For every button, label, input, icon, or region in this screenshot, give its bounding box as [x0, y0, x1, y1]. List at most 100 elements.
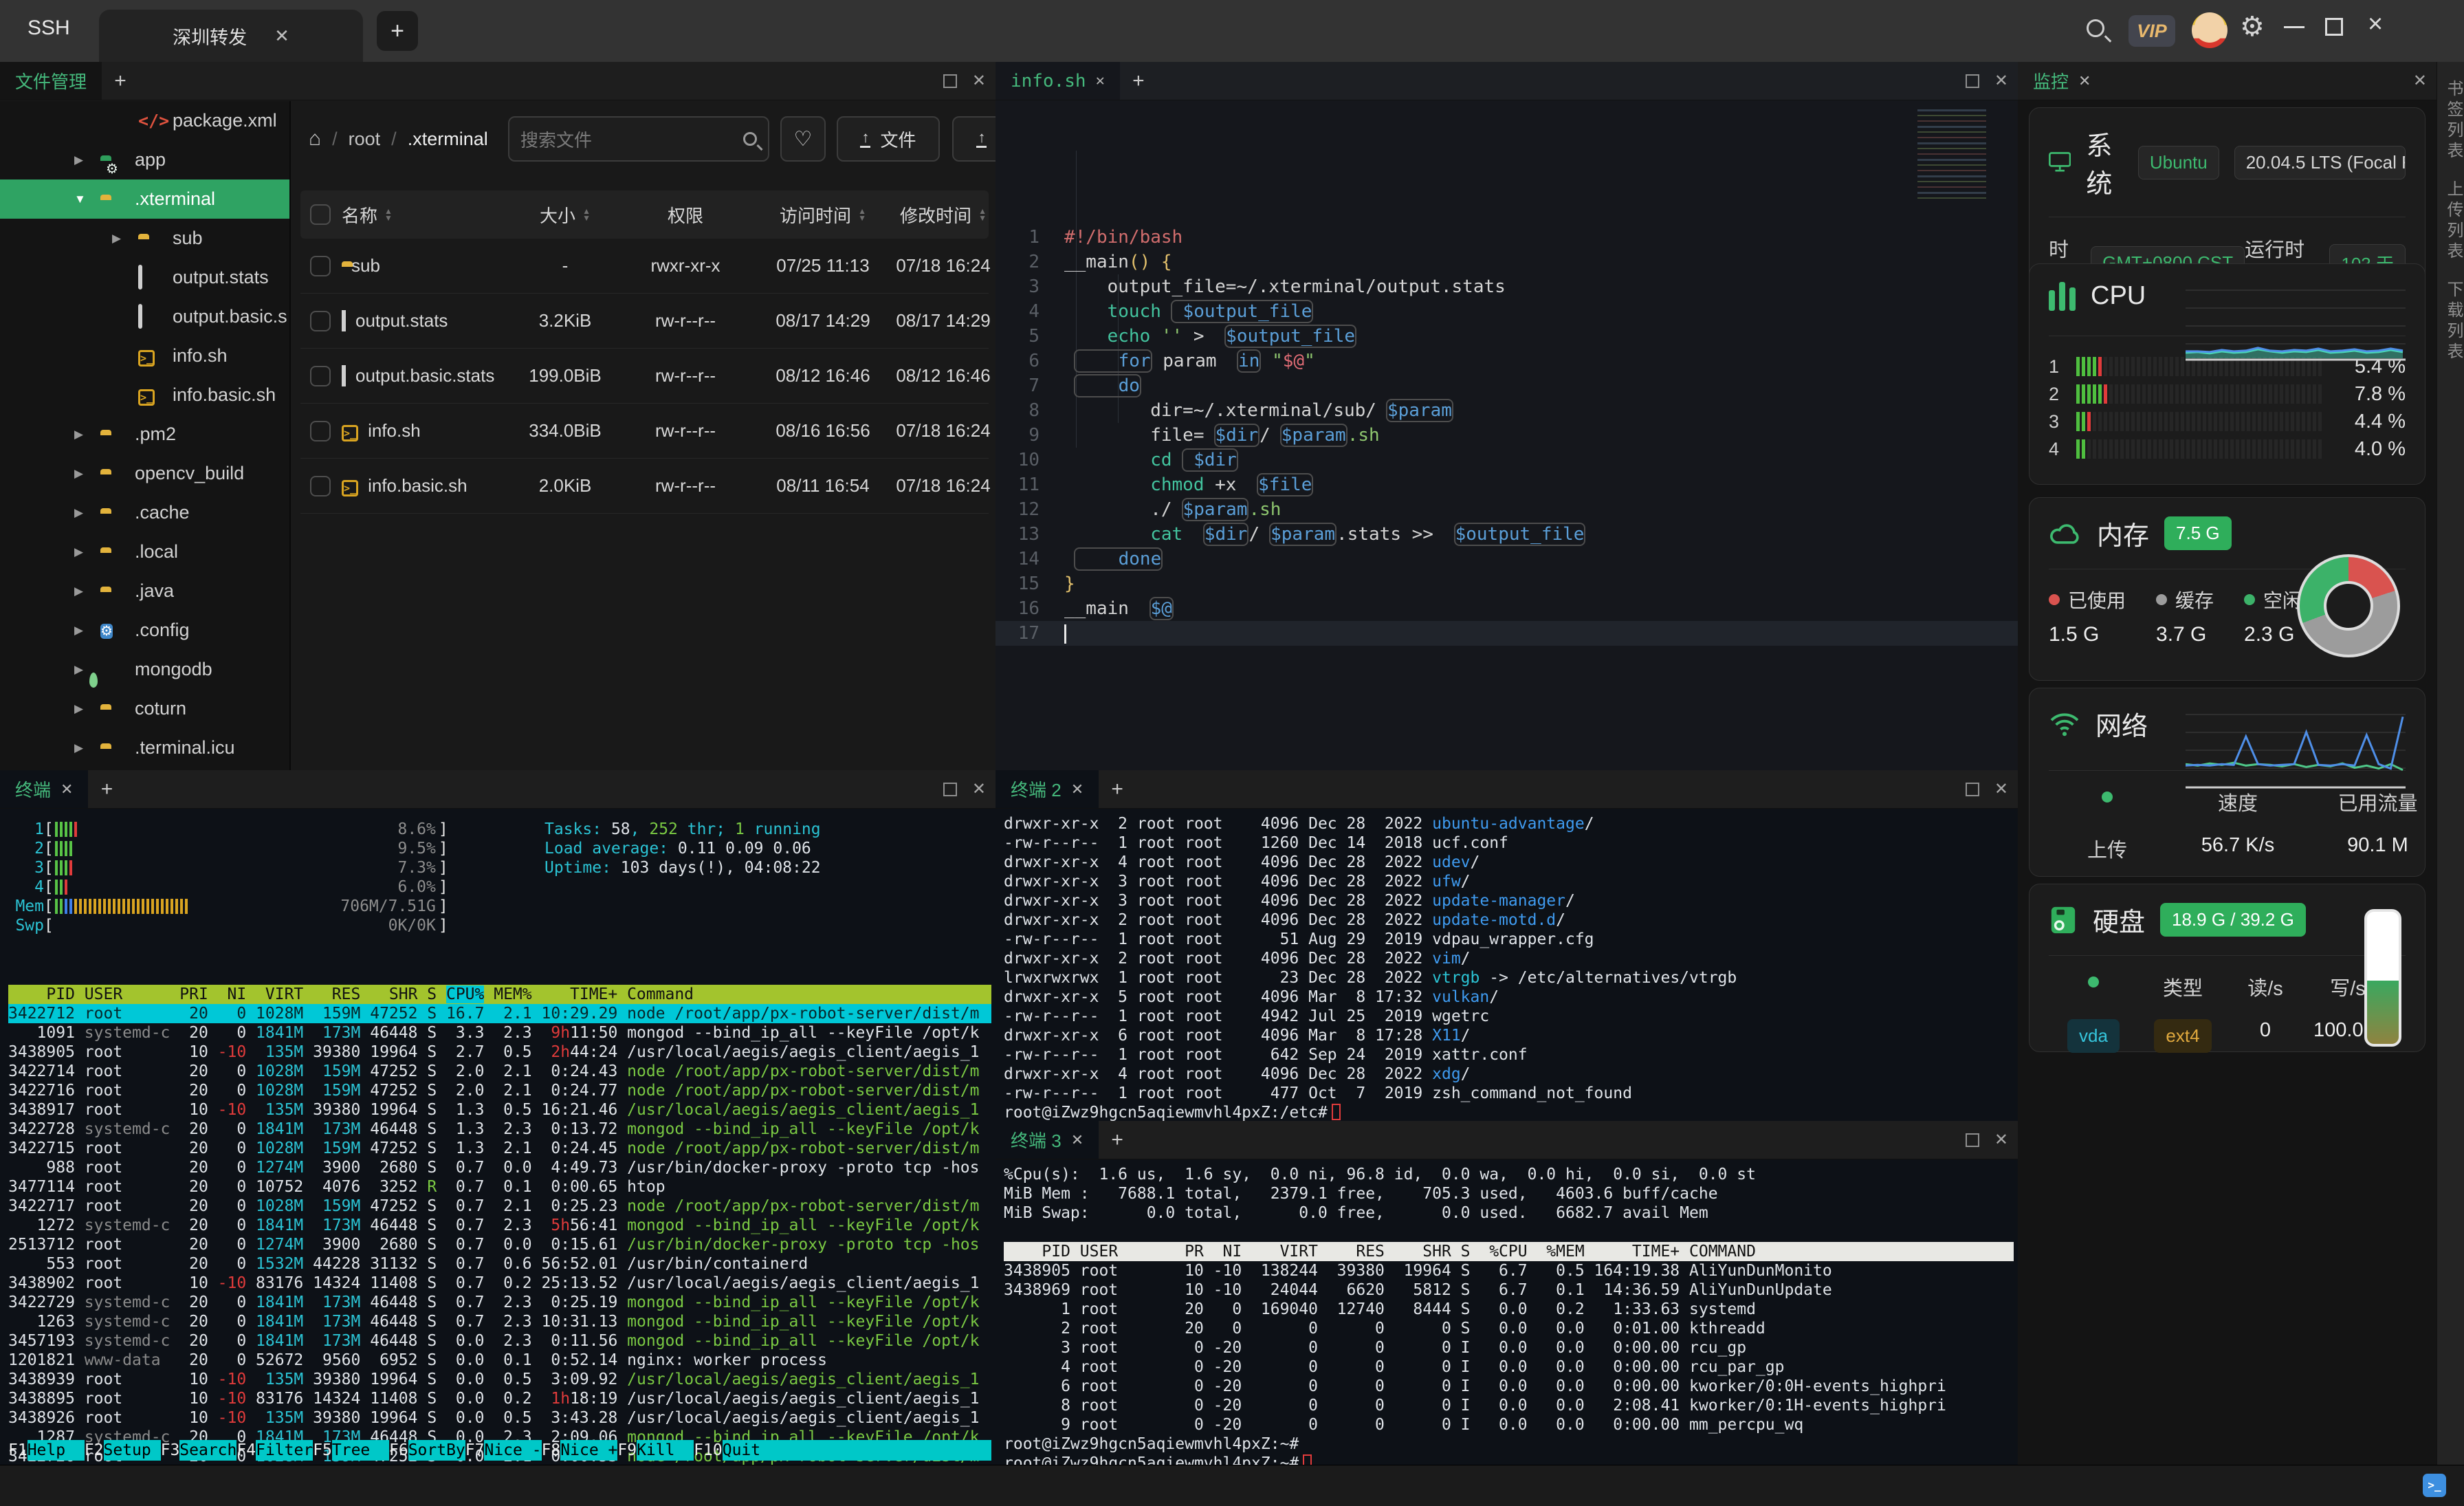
code-line-8[interactable]: 8 dir=~/.xterminal/sub/$param [996, 398, 2018, 423]
code-line-11[interactable]: 11 chmod +x $file [996, 472, 2018, 497]
file-row-output.stats[interactable]: output.stats 3.2KiB rw-r--r-- 08/17 14:29 08… [300, 294, 991, 349]
code-line-4[interactable]: 4 touch $output_file [996, 299, 2018, 324]
search-icon[interactable] [2087, 19, 2104, 37]
minimize-button[interactable] [2284, 17, 2304, 37]
avatar[interactable] [2192, 12, 2228, 48]
tree-item-coturn[interactable]: ▶ coturn [0, 689, 289, 728]
expand-icon[interactable] [943, 74, 957, 88]
breadcrumb[interactable]: ⌂ / root / .xterminal [309, 127, 488, 151]
terminal-add-tab-button[interactable]: + [88, 770, 125, 808]
close-pane-icon[interactable]: ✕ [2413, 72, 2427, 89]
tree-arrow-icon[interactable]: ▶ [74, 663, 88, 677]
tree-item-info.basic.sh[interactable]: >_ info.basic.sh [0, 375, 289, 415]
htop-function-key-bar[interactable]: F1 Help F2 Setup F3 Search F4 Filter F5 Tree F6… [8, 1440, 991, 1461]
tree-item-.terminal.icu[interactable]: ▶ .terminal.icu [0, 728, 289, 767]
code-line-7[interactable]: 7 do [996, 373, 2018, 398]
row-checkbox[interactable] [310, 475, 331, 496]
column-header-1[interactable]: 名称 ▲ ▼ [342, 202, 514, 228]
tree-item-info.sh[interactable]: >_ info.sh [0, 336, 289, 375]
file-row-info.sh[interactable]: >_ info.sh 334.0BiB rw-r--r-- 08/16 16:56 07/… [300, 404, 991, 459]
close-button[interactable]: × [2368, 10, 2383, 39]
tree-arrow-icon[interactable]: ▶ [74, 153, 88, 167]
code-line-15[interactable]: 15} [996, 571, 2018, 596]
upload-file-button[interactable]: ↑ 文件 [837, 116, 940, 162]
tree-arrow-icon[interactable]: ▶ [112, 232, 126, 245]
tree-arrow-icon[interactable]: ▶ [74, 741, 88, 755]
htop-selected-row[interactable]: 3422712 root 20 0 1028M 159M 47252 S 16.… [8, 1004, 991, 1023]
tree-item-.java[interactable]: ▶ .java [0, 571, 289, 611]
upload-folder-button[interactable]: ↑ 文件夹 [952, 116, 996, 162]
tree-item-.local[interactable]: ▶ .local [0, 532, 289, 571]
tree-item-mongodb[interactable]: ▶ mongodb [0, 650, 289, 689]
code-line-3[interactable]: 3 output_file=~/.xterminal/output.stats [996, 274, 2018, 299]
column-header-4[interactable]: 访问时间 ▲ ▼ [754, 202, 892, 228]
file-row-sub[interactable]: sub - rwxr-xr-x 07/25 11:13 07/18 16:24 [300, 239, 991, 294]
tab-file-manager[interactable]: 文件管理 [0, 62, 102, 100]
close-pane-icon[interactable]: ✕ [1994, 72, 2008, 89]
code-line-10[interactable]: 10 cd $dir [996, 448, 2018, 472]
terminal-add-tab-button[interactable]: + [1099, 1121, 1136, 1159]
editor-add-tab-button[interactable]: + [1120, 62, 1157, 100]
search-input[interactable]: 搜索文件 [508, 116, 769, 162]
tree-arrow-icon[interactable]: ▶ [74, 702, 88, 716]
new-session-tab-button[interactable]: + [377, 11, 418, 51]
close-tab-icon[interactable]: ✕ [2078, 72, 2091, 90]
tab-monitor[interactable]: 监控 ✕ [2018, 62, 2106, 100]
row-checkbox[interactable] [310, 420, 331, 441]
terminal-1-screen[interactable]: 1[8.6%] 2[9.5%] 3[7.3%] 4[6.0%] Mem[706M/7.5… [8, 814, 991, 1465]
close-tab-icon[interactable]: ✕ [1071, 1131, 1084, 1149]
tab-terminal-2[interactable]: 终端 2 ✕ [996, 770, 1099, 808]
column-header-5[interactable]: 修改时间 ▲ ▼ [892, 202, 995, 228]
tab-terminal-3[interactable]: 终端 3 ✕ [996, 1121, 1099, 1159]
tab-editor-file[interactable]: info.sh ✕ [996, 62, 1120, 100]
code-line-6[interactable]: 6 for param in "$@" [996, 349, 2018, 373]
tree-arrow-icon[interactable]: ▶ [74, 506, 88, 520]
tree-item-sub[interactable]: ▶ sub [0, 219, 289, 258]
tree-item-.pm2[interactable]: ▶ .pm2 [0, 415, 289, 454]
tree-item-output.stats[interactable]: output.stats [0, 258, 289, 297]
code-line-5[interactable]: 5 echo '' > $output_file [996, 324, 2018, 349]
code-line-9[interactable]: 9 file= $dir/$param.sh [996, 423, 2018, 448]
tree-item-output.basic.s[interactable]: output.basic.s [0, 297, 289, 336]
file-row-output.basic.stats[interactable]: output.basic.stats 199.0BiB rw-r--r-- 08/12… [300, 349, 991, 404]
code-editor[interactable]: 1 #!/bin/bash 2 __main() {3 output_file=~/.… [996, 101, 2018, 770]
close-file-icon[interactable]: ✕ [1096, 72, 1105, 89]
code-line-13[interactable]: 13 cat $dir/$param.stats >> $output_file [996, 522, 2018, 547]
tree-arrow-icon[interactable]: ▶ [74, 624, 88, 637]
maximize-button[interactable] [2325, 18, 2343, 36]
session-tab-close-icon[interactable]: ✕ [274, 25, 289, 47]
file-manager-add-tab-button[interactable]: + [102, 62, 139, 100]
session-tab[interactable]: 深圳转发 ✕ [99, 10, 363, 62]
close-pane-icon[interactable]: ✕ [1994, 1131, 2008, 1148]
terminal-3-screen[interactable]: %Cpu(s): 1.6 us, 1.6 sy, 0.0 ni, 96.8 id… [1004, 1165, 2014, 1465]
code-line-17[interactable]: 17 [996, 621, 2018, 646]
strip-tab-书签列表[interactable]: 书签列表 [2441, 80, 2464, 162]
tree-arrow-icon[interactable]: ▶ [74, 428, 88, 441]
gear-icon[interactable]: ⚙ [2240, 11, 2265, 43]
row-checkbox[interactable] [310, 255, 331, 276]
row-checkbox[interactable] [310, 310, 331, 331]
close-tab-icon[interactable]: ✕ [1071, 781, 1084, 798]
close-pane-icon[interactable]: ✕ [972, 72, 986, 89]
column-header-2[interactable]: 大小 ▲ ▼ [514, 202, 617, 228]
row-checkbox[interactable] [310, 365, 331, 386]
terminal-2-screen[interactable]: drwxr-xr-x 2 root root 4096 Dec 28 2022 … [1004, 814, 2014, 1121]
file-row-info.basic.sh[interactable]: >_ info.basic.sh 2.0KiB rw-r--r-- 08/11 16:5… [300, 459, 991, 514]
home-icon[interactable]: ⌂ [309, 127, 321, 151]
tree-arrow-icon[interactable]: ▶ [74, 545, 88, 559]
close-pane-icon[interactable]: ✕ [972, 781, 986, 798]
column-header-3[interactable]: 权限 [617, 202, 754, 228]
code-line-14[interactable]: 14 done [996, 547, 2018, 571]
tab-terminal-1[interactable]: 终端 ✕ [0, 770, 89, 808]
strip-tab-下载列表[interactable]: 下载列表 [2441, 281, 2464, 363]
tree-item-.xterminal[interactable]: ▼ .xterminal [0, 179, 289, 219]
tree-item-.cache[interactable]: ▶ .cache [0, 493, 289, 532]
terminal-add-tab-button[interactable]: + [1099, 770, 1136, 808]
code-line-12[interactable]: 12 ./$param.sh [996, 497, 2018, 522]
expand-icon[interactable] [1965, 74, 1979, 88]
tree-item-package.xml[interactable]: </> package.xml [0, 101, 289, 140]
strip-tab-上传列表[interactable]: 上传列表 [2441, 180, 2464, 263]
expand-icon[interactable] [943, 782, 957, 796]
code-line-2[interactable]: 2 __main() { [996, 250, 2018, 274]
code-line-1[interactable]: 1 #!/bin/bash [996, 225, 2018, 250]
